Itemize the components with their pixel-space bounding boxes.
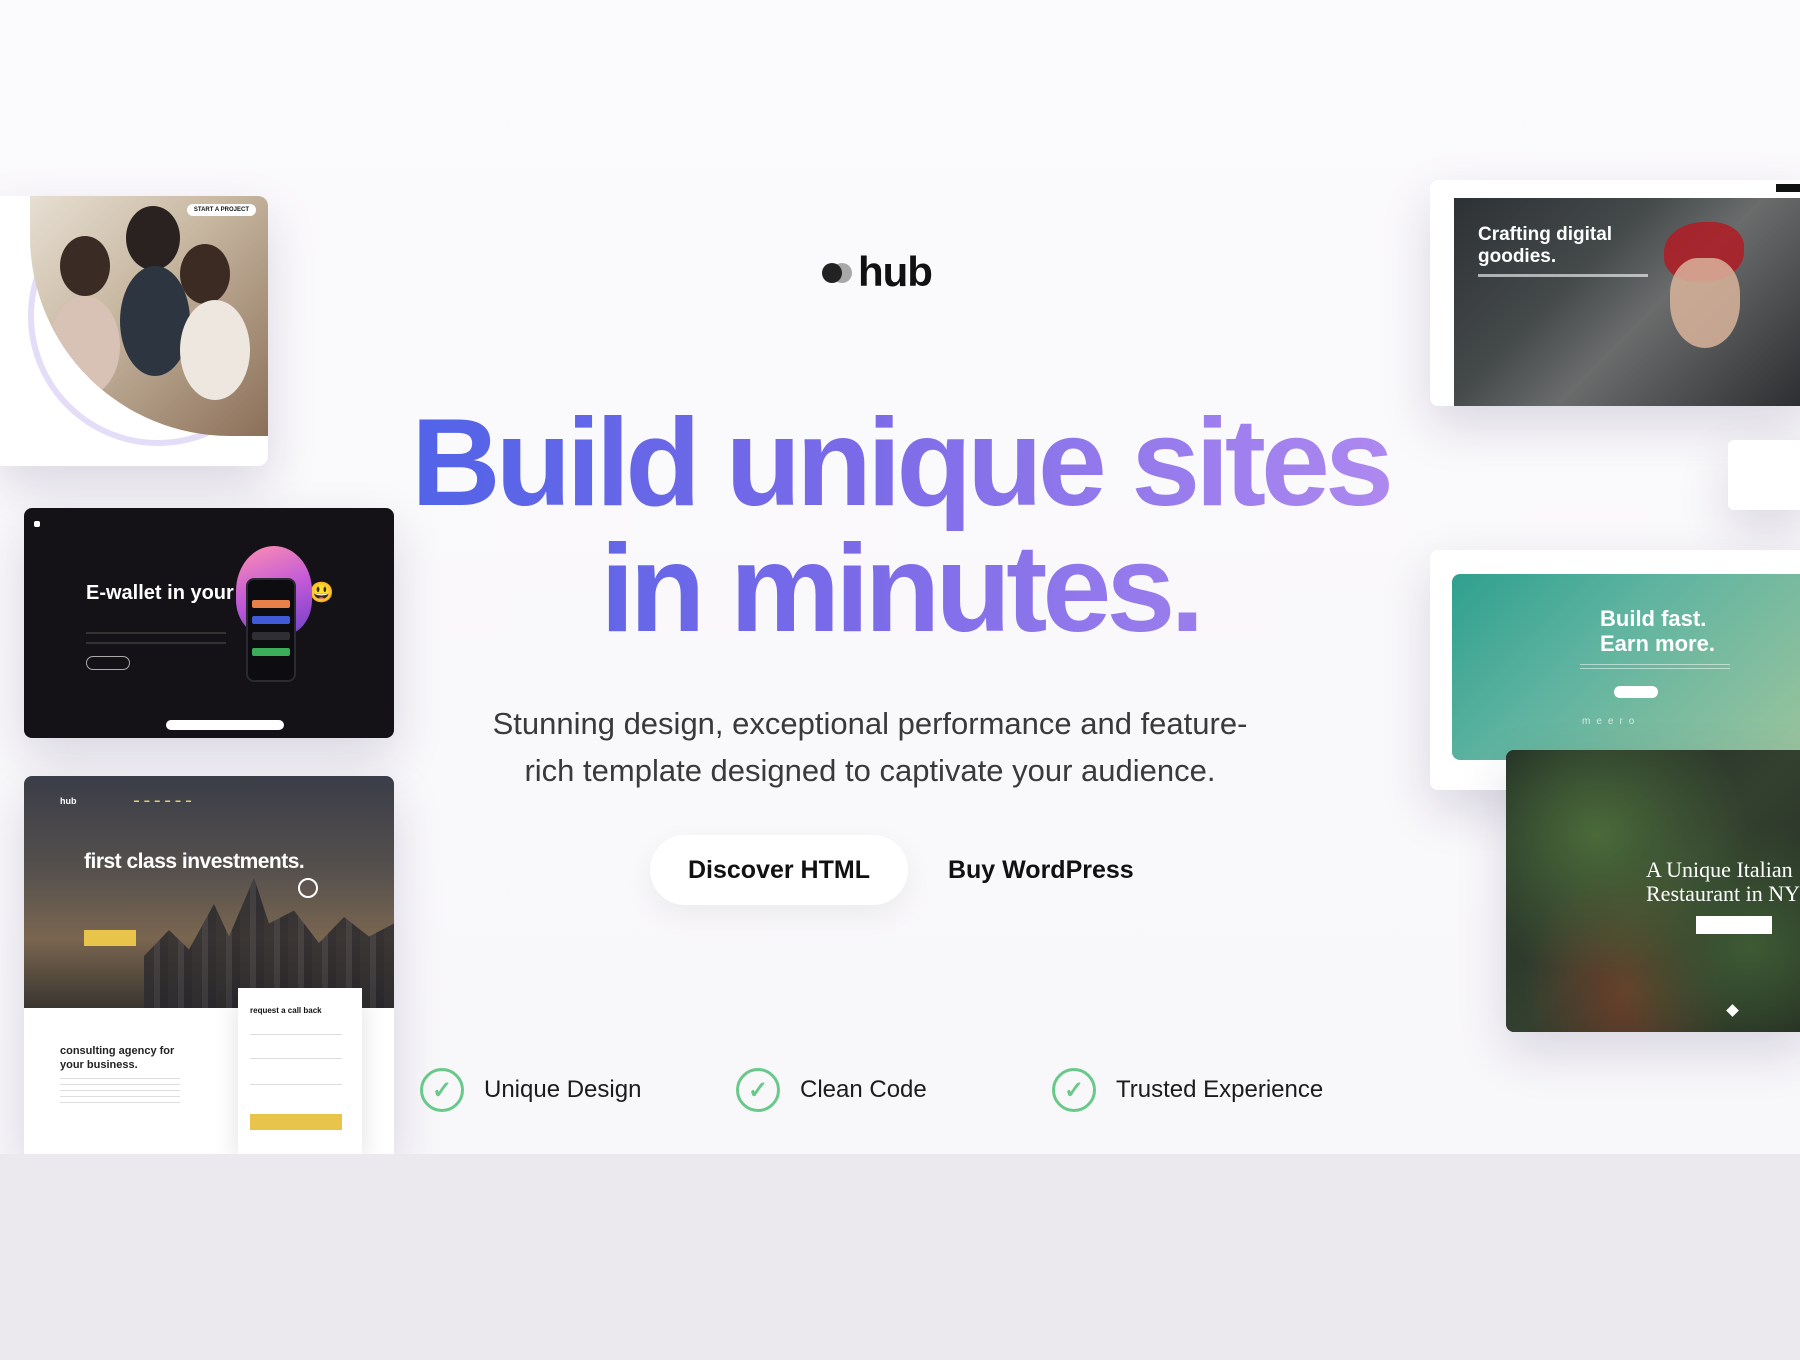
about-text — [60, 1078, 180, 1108]
start-project-button[interactable]: START A PROJECT — [186, 204, 256, 216]
craft-nav-button[interactable] — [1776, 184, 1800, 192]
client-logos: meero — [1582, 716, 1641, 727]
check-circle-icon: ✓ — [420, 1068, 464, 1112]
invest-title: first class investments. — [84, 850, 305, 873]
check-circle-icon: ✓ — [1052, 1068, 1096, 1112]
form-submit-button[interactable] — [250, 1114, 342, 1130]
build-button[interactable] — [1614, 686, 1658, 698]
discover-html-button[interactable]: Discover HTML — [650, 835, 908, 905]
footer-band — [0, 1154, 1800, 1360]
hero-subtitle: Stunning design, exceptional performance… — [492, 706, 1248, 788]
preview-mini[interactable] — [1728, 440, 1800, 510]
form-field[interactable] — [250, 1084, 342, 1085]
wallet-nav — [34, 514, 384, 527]
about-title: consulting agency for your business. — [60, 1045, 175, 1071]
brand-name: hub — [858, 248, 933, 295]
reservation-button[interactable] — [1696, 916, 1772, 934]
cta-group: Discover HTML Buy WordPress — [650, 835, 1144, 905]
phone-mockup — [246, 578, 296, 682]
craft-subtitle — [1478, 274, 1648, 277]
craft-photo: Crafting digital goodies. — [1454, 198, 1800, 406]
build-hero: Build fast. Earn more. meero — [1452, 574, 1800, 760]
restaurant-title: A Unique Italian Restaurant in NY — [1646, 857, 1800, 906]
build-subtitle — [1580, 664, 1730, 672]
preview-crafting[interactable]: Crafting digital goodies. — [1430, 180, 1800, 406]
feature-item: ✓ Trusted Experience — [1052, 1068, 1368, 1112]
preview-team[interactable]: START A PROJECT — [0, 196, 268, 466]
build-title: Build fast. Earn more. — [1600, 606, 1715, 656]
preview-restaurant[interactable]: A Unique Italian Restaurant in NY — [1506, 750, 1800, 1032]
headline-line-1: Build unique sites — [411, 394, 1389, 532]
hero-headline: Build unique sites in minutes. — [380, 400, 1420, 652]
check-circle-icon: ✓ — [736, 1068, 780, 1112]
invest-nav: ▬ ▬ ▬ ▬ ▬ ▬ — [134, 798, 193, 804]
city-photo: hub ▬ ▬ ▬ ▬ ▬ ▬ first class investments. — [24, 776, 394, 1008]
feature-list: ✓ Unique Design ✓ Clean Code ✓ Trusted E… — [420, 1068, 1368, 1112]
buy-wordpress-button[interactable]: Buy WordPress — [938, 835, 1144, 905]
feature-label: Unique Design — [484, 1076, 642, 1103]
feature-item: ✓ Unique Design — [420, 1068, 736, 1112]
wallet-button[interactable] — [86, 656, 130, 670]
invest-logo: hub — [60, 796, 77, 806]
get-quote-button[interactable] — [84, 930, 136, 946]
feature-label: Trusted Experience — [1116, 1076, 1324, 1103]
hero-section: START A PROJECT E-wallet in your pocket … — [0, 0, 1800, 1154]
feature-item: ✓ Clean Code — [736, 1068, 1052, 1112]
preview-investments[interactable]: hub ▬ ▬ ▬ ▬ ▬ ▬ first class investments.… — [24, 776, 394, 1154]
wallet-nav-pill — [166, 720, 284, 730]
brand-logo[interactable]: hub — [822, 248, 933, 296]
play-icon[interactable] — [298, 878, 318, 898]
feature-label: Clean Code — [800, 1076, 927, 1103]
logo-mark-icon — [822, 260, 852, 284]
headline-line-2: in minutes. — [600, 520, 1200, 658]
form-title: request a call back — [250, 1006, 322, 1015]
form-field[interactable] — [250, 1058, 342, 1059]
preview-ewallet[interactable]: E-wallet in your pocket 😃 — [24, 508, 394, 738]
face — [1670, 258, 1740, 348]
craft-title: Crafting digital goodies. — [1478, 224, 1613, 267]
wallet-description — [86, 632, 226, 644]
callback-form: request a call back — [238, 988, 362, 1154]
form-field[interactable] — [250, 1034, 342, 1035]
craft-nav — [1460, 180, 1800, 198]
